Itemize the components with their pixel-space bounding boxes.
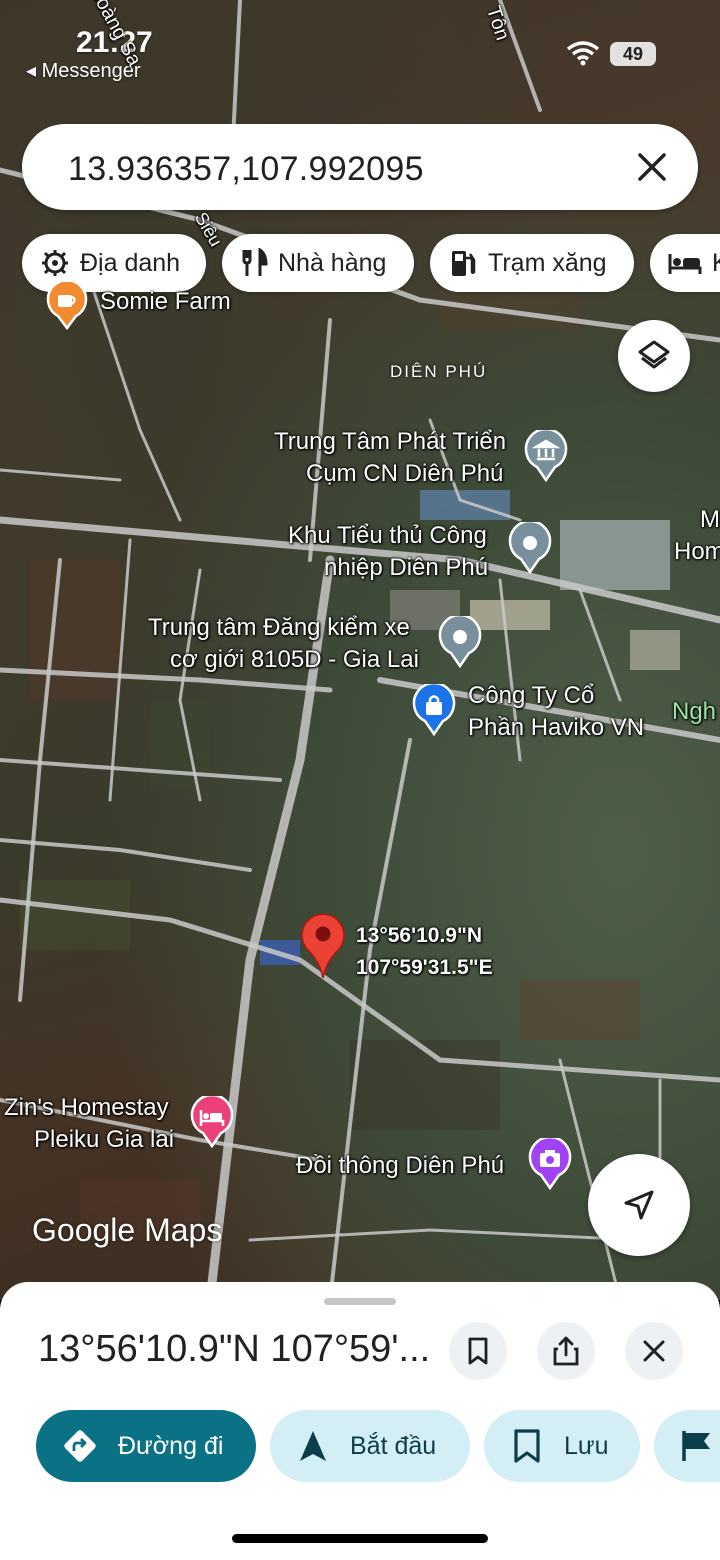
poi-label-line[interactable]: Zin's Homestay (4, 1092, 169, 1123)
place-pin-icon[interactable] (508, 522, 552, 574)
landmark-icon (42, 250, 68, 276)
government-building-icon[interactable] (524, 430, 568, 482)
poi-label-line[interactable]: Khu Tiểu thủ Công (288, 520, 487, 551)
share-icon (553, 1336, 579, 1366)
category-chips: Địa danh Nhà hàng Trạm xăng K (22, 234, 720, 292)
label-button[interactable] (654, 1410, 720, 1482)
bookmark-icon (468, 1337, 488, 1365)
camera-icon[interactable] (528, 1138, 572, 1190)
chip-label: K (712, 249, 720, 278)
poi-label-line[interactable]: Trung Tâm Phát Triển (274, 426, 506, 457)
poi-somie-farm[interactable]: Somie Farm (100, 286, 231, 317)
hotel-icon (668, 254, 702, 274)
bookmark-icon (514, 1429, 540, 1463)
chip-restaurants[interactable]: Nhà hàng (222, 234, 414, 292)
my-location-button[interactable] (588, 1154, 690, 1256)
cafe-icon[interactable] (46, 282, 88, 330)
bed-icon[interactable] (190, 1096, 234, 1148)
poi-label-line[interactable]: Trung tâm Đăng kiểm xe (148, 612, 410, 643)
chip-label: Trạm xăng (488, 248, 607, 277)
chip-label: Địa danh (80, 248, 181, 277)
navigation-arrow-icon (624, 1190, 654, 1220)
shopping-bag-icon[interactable] (412, 684, 456, 736)
close-sheet-button[interactable] (625, 1322, 683, 1380)
poi-label-line[interactable]: Đồi thông Diên Phú (296, 1150, 504, 1181)
save-button[interactable]: Lưu (484, 1410, 640, 1482)
layers-button[interactable] (618, 320, 690, 392)
close-icon (643, 1340, 665, 1362)
flag-icon (682, 1431, 710, 1461)
search-input[interactable]: 13.936357,107.992095 (68, 150, 424, 189)
edge-label: Ngh (672, 698, 717, 725)
poi-label-line[interactable]: nhiệp Diên Phú (324, 552, 488, 583)
place-pin-icon[interactable] (438, 616, 482, 668)
chip-label: Nhà hàng (278, 248, 387, 277)
pin-latitude: 13°56'10.9"N (356, 924, 483, 947)
edge-label: Hom (674, 538, 720, 565)
pin-longitude: 107°59'31.5"E (356, 956, 493, 979)
battery-indicator: 49 (610, 42, 656, 66)
area-label: DIÊN PHÚ (390, 362, 488, 381)
chip-gas-stations[interactable]: Trạm xăng (430, 234, 634, 292)
clear-search-icon[interactable] (630, 145, 674, 189)
poi-label-line[interactable]: Cụm CN Diên Phú (306, 458, 503, 489)
poi-label-line[interactable]: Công Ty Cổ (468, 680, 594, 711)
search-bar[interactable]: 13.936357,107.992095 (22, 124, 698, 210)
navigation-arrow-icon (300, 1431, 326, 1461)
edge-label: M (700, 506, 720, 533)
chip-hotels[interactable]: K (650, 234, 720, 292)
gas-station-icon (452, 251, 476, 276)
directions-label: Đường đi (118, 1431, 224, 1460)
restaurant-icon (242, 248, 268, 276)
save-icon-button[interactable] (449, 1322, 507, 1380)
sheet-grabber[interactable] (324, 1298, 396, 1305)
wifi-icon (566, 41, 600, 66)
map-view[interactable]: 21:27 ◂ Messenger 49 Hoàng Sa Tôn Siêu 1… (0, 0, 720, 1300)
google-maps-logo: Google Maps (32, 1212, 223, 1248)
start-button[interactable]: Bắt đầu (270, 1410, 470, 1482)
poi-label-line[interactable]: cơ giới 8105D - Gia Lai (170, 644, 419, 675)
home-indicator[interactable] (232, 1534, 488, 1543)
poi-label-line[interactable]: Pleiku Gia lai (34, 1124, 174, 1155)
share-button[interactable] (537, 1322, 595, 1380)
directions-button[interactable]: Đường đi (36, 1410, 256, 1482)
place-sheet: 13°56'10.9"N 107°59'... Đường đi Bắt đầu (0, 1282, 720, 1560)
directions-icon (64, 1430, 96, 1462)
dropped-pin-icon[interactable] (298, 910, 348, 980)
layers-icon (638, 340, 670, 369)
start-label: Bắt đầu (350, 1431, 437, 1460)
place-title: 13°56'10.9"N 107°59'... (38, 1328, 431, 1370)
save-label: Lưu (564, 1431, 609, 1460)
poi-label-line[interactable]: Phần Haviko VN (468, 712, 644, 743)
